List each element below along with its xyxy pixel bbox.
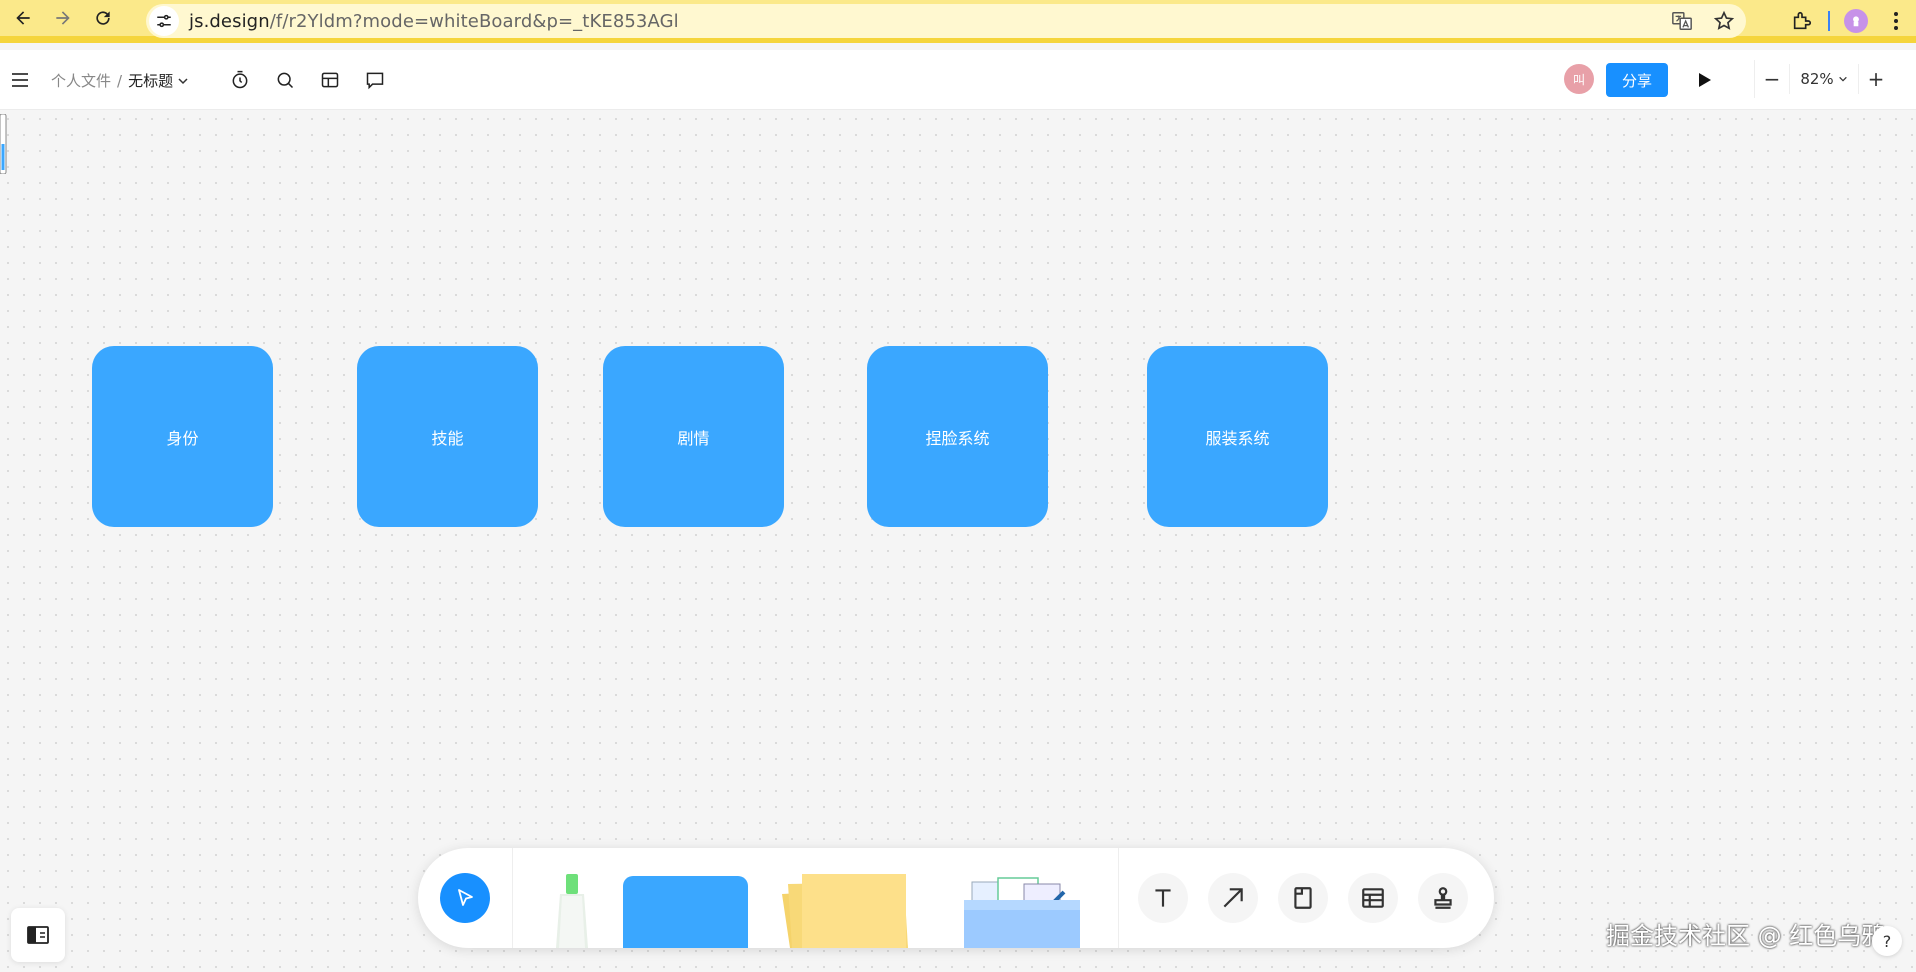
select-tool-button[interactable] — [440, 873, 490, 923]
toolbar-divider — [512, 848, 513, 948]
browser-toolbar: js.design/f/r2Yldm?mode=whiteBoard&p=_tK… — [0, 0, 1916, 43]
back-arrow-icon — [16, 11, 30, 25]
file-title: 无标题 — [128, 72, 174, 90]
timer-icon[interactable] — [228, 68, 252, 92]
toolbar-divider — [1828, 11, 1830, 31]
template-icon[interactable] — [318, 68, 342, 92]
text-icon — [1155, 889, 1171, 907]
zoom-control: − 82% + — [1754, 60, 1906, 98]
chevron-down-icon — [1838, 76, 1847, 82]
play-icon[interactable] — [1694, 70, 1714, 90]
layers-panel-button[interactable] — [11, 908, 65, 962]
arrow-icon — [1223, 888, 1243, 908]
card-node[interactable]: 剧情 — [603, 346, 784, 527]
comment-icon[interactable] — [363, 68, 387, 92]
bookmark-star-icon[interactable] — [1712, 9, 1736, 33]
cursor-icon — [458, 889, 473, 906]
extensions-icon[interactable] — [1782, 4, 1822, 38]
breadcrumb: 个人文件 / 无标题 — [51, 70, 189, 91]
site-info-icon[interactable] — [149, 6, 179, 36]
shape-tool[interactable] — [623, 876, 748, 948]
watermark-text: 掘金技术社区 @ 红色乌鸦 — [1606, 922, 1886, 950]
hamburger-menu-icon[interactable] — [10, 70, 30, 90]
help-button[interactable]: ? — [1872, 926, 1902, 956]
zoom-level-dropdown[interactable]: 82% — [1789, 64, 1859, 94]
frame-icon — [1294, 887, 1312, 909]
stamp-icon — [1434, 887, 1452, 909]
address-bar[interactable]: js.design/f/r2Yldm?mode=whiteBoard&p=_tK… — [146, 4, 1746, 38]
share-button[interactable]: 分享 — [1606, 63, 1668, 97]
reload-icon — [96, 11, 110, 25]
breadcrumb-parent[interactable]: 个人文件 — [51, 70, 111, 91]
card-label: 身份 — [166, 428, 199, 448]
profile-avatar-icon — [1844, 9, 1868, 33]
text-tool-button[interactable] — [1138, 873, 1188, 923]
zoom-value: 82% — [1800, 70, 1834, 88]
stamp-tool-button[interactable] — [1418, 873, 1468, 923]
marker-tool-icon[interactable] — [552, 874, 592, 948]
card-label: 服装系统 — [1205, 428, 1270, 448]
forward-arrow-icon — [56, 11, 70, 25]
card-node[interactable]: 服装系统 — [1147, 346, 1328, 527]
file-title-dropdown[interactable]: 无标题 — [128, 70, 189, 91]
collaborator-avatar[interactable]: 叫 — [1564, 64, 1594, 94]
card-node[interactable]: 身份 — [92, 346, 273, 527]
url-text: js.design/f/r2Yldm?mode=whiteBoard&p=_tK… — [189, 10, 679, 32]
table-tool-button[interactable] — [1348, 873, 1398, 923]
left-panel-handle[interactable] — [0, 114, 8, 174]
zoom-in-button[interactable]: + — [1859, 62, 1893, 96]
search-icon[interactable] — [273, 68, 297, 92]
card-node[interactable]: 捏脸系统 — [867, 346, 1048, 527]
zoom-out-button[interactable]: − — [1755, 62, 1789, 96]
toolbar-divider — [1118, 848, 1119, 948]
card-label: 剧情 — [677, 428, 710, 448]
sticky-note-tool-icon[interactable] — [780, 874, 910, 948]
card-node[interactable]: 技能 — [357, 346, 538, 527]
bottom-toolbar — [418, 848, 1494, 948]
browser-menu-icon[interactable] — [1876, 4, 1916, 38]
frame-tool-button[interactable] — [1278, 873, 1328, 923]
breadcrumb-separator: / — [117, 71, 123, 90]
card-label: 技能 — [431, 428, 464, 448]
whiteboard-canvas[interactable] — [0, 111, 1916, 972]
table-icon — [1362, 888, 1384, 908]
folder-tool-icon[interactable] — [964, 876, 1080, 948]
card-label: 捏脸系统 — [925, 428, 990, 448]
profile-button[interactable] — [1836, 4, 1876, 38]
back-button[interactable] — [6, 1, 40, 35]
forward-button[interactable] — [46, 1, 80, 35]
panel-toggle-icon — [27, 926, 49, 944]
app-header: 个人文件 / 无标题 叫 分享 − 82% + — [0, 50, 1916, 110]
reload-button[interactable] — [86, 1, 120, 35]
translate-icon[interactable] — [1670, 9, 1694, 33]
chevron-down-icon — [178, 77, 188, 84]
arrow-tool-button[interactable] — [1208, 873, 1258, 923]
